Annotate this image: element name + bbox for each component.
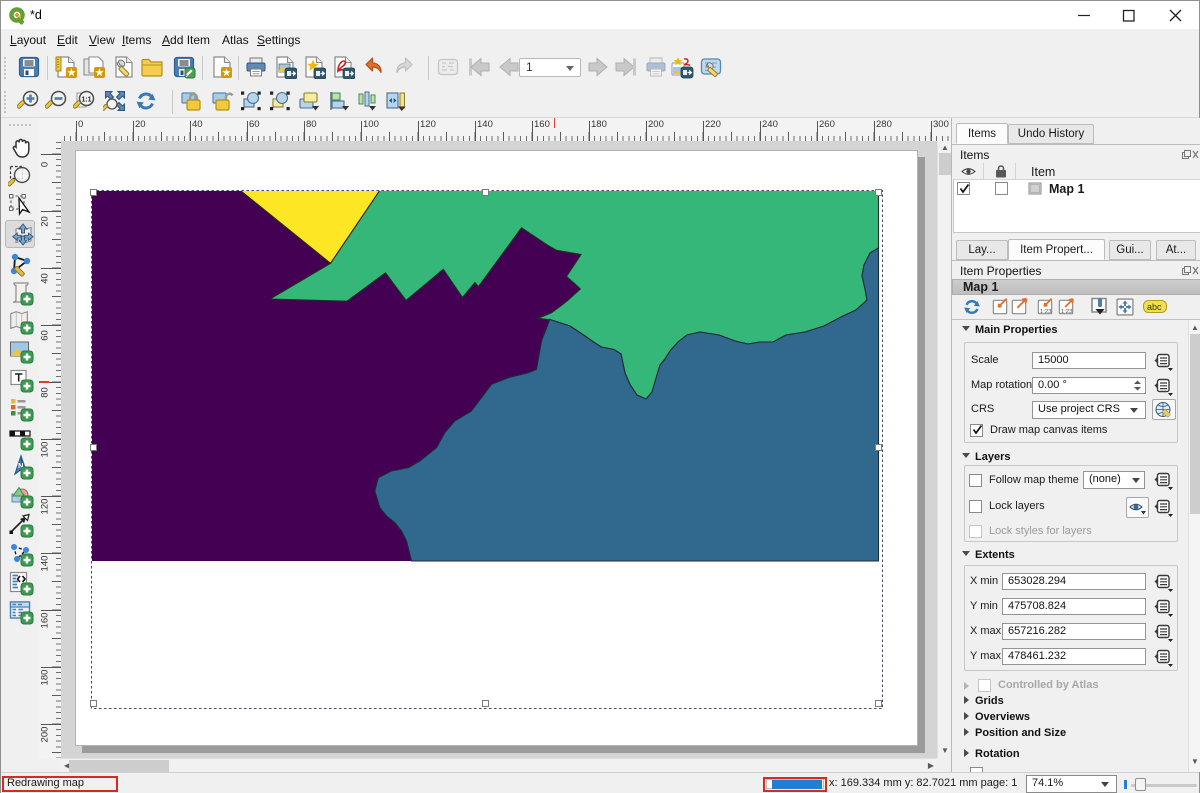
svg-text:abc: abc <box>1147 302 1162 312</box>
svg-text:1:23: 1:23 <box>1061 309 1072 315</box>
svg-text:1:1: 1:1 <box>81 97 91 104</box>
svg-text:1:23: 1:23 <box>1040 309 1051 315</box>
